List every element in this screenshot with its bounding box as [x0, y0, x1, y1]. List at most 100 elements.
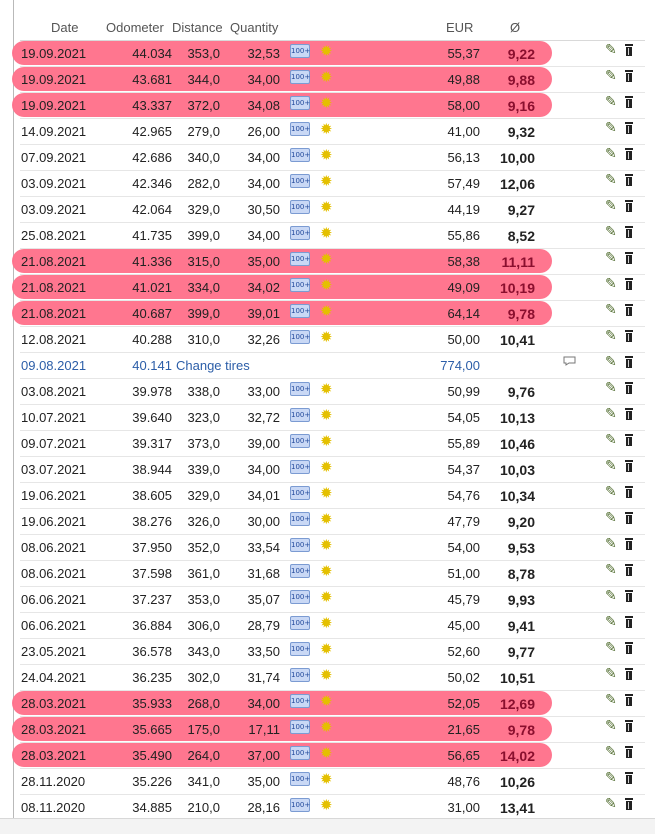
trash-icon[interactable]	[624, 303, 634, 317]
pencil-icon[interactable]: ✎	[605, 224, 617, 242]
table-row[interactable]: 28.03.2021 35.490 264,0 37,00 100+ ✹ 56,65 14,0…	[12, 743, 645, 769]
table-row[interactable]: 09.07.2021 39.317 373,0 39,00 100+ ✹ 55,89 10,4…	[20, 431, 645, 457]
trash-icon[interactable]	[624, 485, 634, 499]
row-quantity: 32,26	[247, 332, 280, 347]
pencil-icon[interactable]: ✎	[605, 380, 617, 398]
table-row[interactable]: 19.09.2021 44.034 353,0 32,53 100+ ✹ 55,37 9,22…	[12, 41, 645, 67]
trash-icon[interactable]	[624, 511, 634, 525]
pencil-icon[interactable]: ✎	[605, 432, 617, 450]
table-row[interactable]: 03.09.2021 42.064 329,0 30,50 100+ ✹ 44,19 9,27…	[20, 197, 645, 223]
trash-icon[interactable]	[624, 667, 634, 681]
pencil-icon[interactable]: ✎	[605, 510, 617, 528]
pencil-icon[interactable]: ✎	[605, 68, 617, 86]
pencil-icon[interactable]: ✎	[605, 484, 617, 502]
pencil-icon[interactable]: ✎	[605, 42, 617, 60]
pencil-icon[interactable]: ✎	[605, 250, 617, 268]
table-row[interactable]: 14.09.2021 42.965 279,0 26,00 100+ ✹ 41,00 9,32…	[20, 119, 645, 145]
sun-icon: ✹	[320, 42, 333, 60]
table-row[interactable]: 08.06.2021 37.950 352,0 33,54 100+ ✹ 54,00 9,53…	[20, 535, 645, 561]
pencil-icon[interactable]: ✎	[605, 744, 617, 762]
table-row[interactable]: 24.04.2021 36.235 302,0 31,74 100+ ✹ 50,02 10,5…	[20, 665, 645, 691]
full-tank-icon: 100+	[290, 564, 310, 578]
row-date: 12.08.2021	[21, 332, 87, 347]
pencil-icon[interactable]: ✎	[605, 666, 617, 684]
trash-icon[interactable]	[624, 615, 634, 629]
pencil-icon[interactable]: ✎	[605, 796, 617, 814]
table-row[interactable]: 12.08.2021 40.288 310,0 32,26 100+ ✹ 50,00 10,4…	[20, 327, 645, 353]
pencil-icon[interactable]: ✎	[605, 328, 617, 346]
trash-icon[interactable]	[624, 589, 634, 603]
table-row[interactable]: 28.03.2021 35.665 175,0 17,11 100+ ✹ 21,65 9,78…	[12, 717, 645, 743]
pencil-icon[interactable]: ✎	[605, 536, 617, 554]
pencil-icon[interactable]: ✎	[605, 120, 617, 138]
table-row[interactable]: 19.09.2021 43.681 344,0 34,00 100+ ✹ 49,88 9,88…	[12, 67, 645, 93]
pencil-icon[interactable]: ✎	[605, 692, 617, 710]
table-row[interactable]: 21.08.2021 41.336 315,0 35,00 100+ ✹ 58,38 11,1…	[12, 249, 645, 275]
trash-icon[interactable]	[624, 69, 634, 83]
pencil-icon[interactable]: ✎	[605, 354, 617, 372]
trash-icon[interactable]	[624, 407, 634, 421]
table-row[interactable]: 03.08.2021 39.978 338,0 33,00 100+ ✹ 50,99 9,76…	[20, 379, 645, 405]
trash-icon[interactable]	[624, 277, 634, 291]
trash-icon[interactable]	[624, 771, 634, 785]
trash-icon[interactable]	[624, 459, 634, 473]
table-row[interactable]: 19.06.2021 38.276 326,0 30,00 100+ ✹ 47,79 9,20…	[20, 509, 645, 535]
trash-icon[interactable]	[624, 355, 634, 369]
trash-icon[interactable]	[624, 745, 634, 759]
trash-icon[interactable]	[624, 251, 634, 265]
table-row[interactable]: 07.09.2021 42.686 340,0 34,00 100+ ✹ 56,13 10,0…	[20, 145, 645, 171]
pencil-icon[interactable]: ✎	[605, 640, 617, 658]
trash-icon[interactable]	[624, 199, 634, 213]
pencil-icon[interactable]: ✎	[605, 146, 617, 164]
pencil-icon[interactable]: ✎	[605, 406, 617, 424]
trash-icon[interactable]	[624, 121, 634, 135]
pencil-icon[interactable]: ✎	[605, 94, 617, 112]
trash-icon[interactable]	[624, 173, 634, 187]
pencil-icon[interactable]: ✎	[605, 614, 617, 632]
row-date: 25.08.2021	[21, 228, 87, 243]
pencil-icon[interactable]: ✎	[605, 458, 617, 476]
table-row[interactable]: 19.09.2021 43.337 372,0 34,08 100+ ✹ 58,00 9,16…	[12, 93, 645, 119]
row-average: 9,27	[507, 202, 535, 218]
full-tank-icon: 100+	[290, 434, 310, 448]
trash-icon[interactable]	[624, 797, 634, 811]
trash-icon[interactable]	[624, 537, 634, 551]
table-row[interactable]: 28.03.2021 35.933 268,0 34,00 100+ ✹ 52,05 12,6…	[12, 691, 645, 717]
table-row[interactable]: 21.08.2021 40.687 399,0 39,01 100+ ✹ 64,14 9,78…	[12, 301, 645, 327]
table-row[interactable]: 23.05.2021 36.578 343,0 33,50 100+ ✹ 52,60 9,77…	[20, 639, 645, 665]
trash-icon[interactable]	[624, 381, 634, 395]
comment-icon[interactable]	[562, 355, 577, 367]
pencil-icon[interactable]: ✎	[605, 276, 617, 294]
trash-icon[interactable]	[624, 563, 634, 577]
pencil-icon[interactable]: ✎	[605, 718, 617, 736]
table-row[interactable]: 25.08.2021 41.735 399,0 34,00 100+ ✹ 55,86 8,52…	[20, 223, 645, 249]
trash-icon[interactable]	[624, 95, 634, 109]
pencil-icon[interactable]: ✎	[605, 172, 617, 190]
pencil-icon[interactable]: ✎	[605, 302, 617, 320]
table-row[interactable]: 03.09.2021 42.346 282,0 34,00 100+ ✹ 57,49 12,0…	[20, 171, 645, 197]
trash-icon[interactable]	[624, 719, 634, 733]
trash-icon[interactable]	[624, 433, 634, 447]
table-row[interactable]: 19.06.2021 38.605 329,0 34,01 100+ ✹ 54,76 10,3…	[20, 483, 645, 509]
pencil-icon[interactable]: ✎	[605, 562, 617, 580]
table-row[interactable]: 08.06.2021 37.598 361,0 31,68 100+ ✹ 51,00 8,78…	[20, 561, 645, 587]
table-row[interactable]: 21.08.2021 41.021 334,0 34,02 100+ ✹ 49,09 10,1…	[12, 275, 645, 301]
table-row[interactable]: 06.06.2021 37.237 353,0 35,07 100+ ✹ 45,79 9,93…	[20, 587, 645, 613]
pencil-icon[interactable]: ✎	[605, 198, 617, 216]
row-distance: 353,0	[187, 46, 220, 61]
table-row[interactable]: 06.06.2021 36.884 306,0 28,79 100+ ✹ 45,00 9,41…	[20, 613, 645, 639]
pencil-icon[interactable]: ✎	[605, 588, 617, 606]
pencil-icon[interactable]: ✎	[605, 770, 617, 788]
trash-icon[interactable]	[624, 329, 634, 343]
row-eur: 31,00	[447, 800, 480, 815]
table-row[interactable]: 10.07.2021 39.640 323,0 32,72 100+ ✹ 54,05 10,1…	[20, 405, 645, 431]
table-row[interactable]: 28.11.2020 35.226 341,0 35,00 100+ ✹ 48,76 10,2…	[20, 769, 645, 795]
trash-icon[interactable]	[624, 693, 634, 707]
table-row[interactable]: 03.07.2021 38.944 339,0 34,00 100+ ✹ 54,37 10,0…	[20, 457, 645, 483]
trash-icon[interactable]	[624, 43, 634, 57]
row-average: 10,26	[499, 774, 535, 790]
trash-icon[interactable]	[624, 147, 634, 161]
trash-icon[interactable]	[624, 225, 634, 239]
table-row[interactable]: 09.08.2021 40.141 Change tires 774,00 ✎	[20, 353, 645, 379]
trash-icon[interactable]	[624, 641, 634, 655]
